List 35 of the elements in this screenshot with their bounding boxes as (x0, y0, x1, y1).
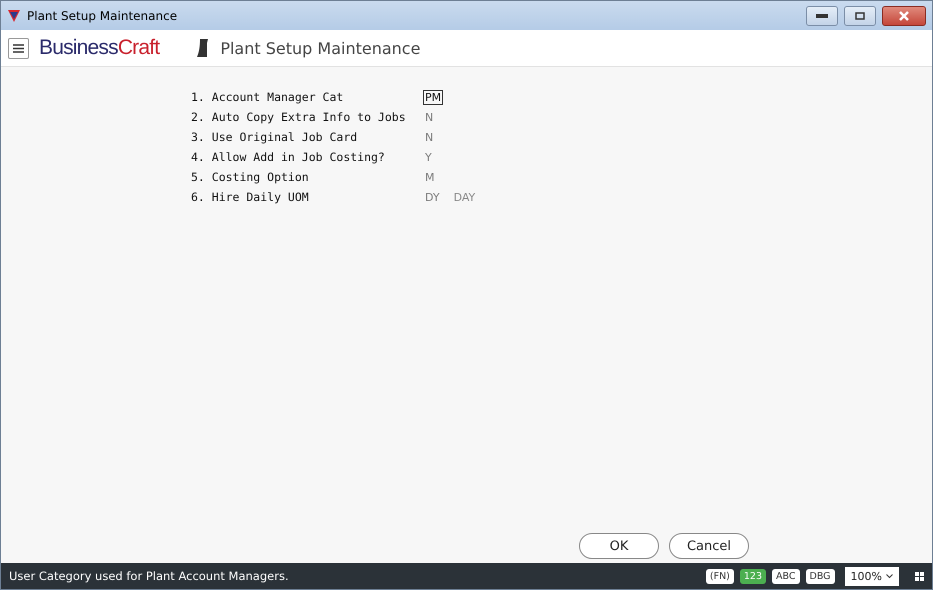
field-label: 4. Allow Add in Job Costing? (191, 150, 386, 164)
minimize-icon (816, 14, 828, 18)
status-message: User Category used for Plant Account Managers. (9, 569, 290, 583)
chevron-down-icon (886, 574, 893, 578)
close-button[interactable] (882, 6, 926, 26)
menu-icon (13, 44, 24, 52)
maximize-icon (855, 12, 865, 20)
menu-button[interactable] (8, 38, 29, 58)
field-value[interactable]: N (423, 130, 436, 144)
field-label: 2. Auto Copy Extra Info to Jobs (191, 110, 407, 124)
field-label: 3. Use Original Job Card (191, 130, 358, 144)
field-label: 1. Account Manager Cat (191, 90, 344, 104)
tower-icon (197, 39, 210, 57)
ok-button[interactable]: OK (579, 533, 659, 559)
field-description: DAY (454, 190, 476, 204)
cancel-button[interactable]: Cancel (669, 533, 749, 559)
logo: BusinessCraft (39, 36, 160, 60)
window-title: Plant Setup Maintenance (27, 8, 178, 22)
zoom-dropdown[interactable]: 100% (844, 566, 899, 586)
grid-icon[interactable] (915, 572, 924, 580)
page-title: Plant Setup Maintenance (220, 38, 420, 58)
maximize-button[interactable] (844, 6, 876, 26)
field-value[interactable]: N (423, 110, 436, 124)
field-label: 6. Hire Daily UOM (191, 190, 310, 204)
close-icon (898, 10, 910, 20)
field-value[interactable]: M (423, 170, 436, 184)
field-value[interactable]: Y (423, 150, 434, 164)
mode-badge[interactable]: (FN) (706, 568, 734, 584)
mode-badge[interactable]: DBG (806, 568, 835, 584)
mode-badge[interactable]: ABC (772, 568, 800, 584)
minimize-button[interactable] (806, 6, 838, 26)
app-logo-icon (7, 8, 21, 22)
field-value[interactable]: PM (423, 90, 444, 104)
field-label: 5. Costing Option (191, 170, 310, 184)
field-value[interactable]: DY (423, 190, 442, 204)
